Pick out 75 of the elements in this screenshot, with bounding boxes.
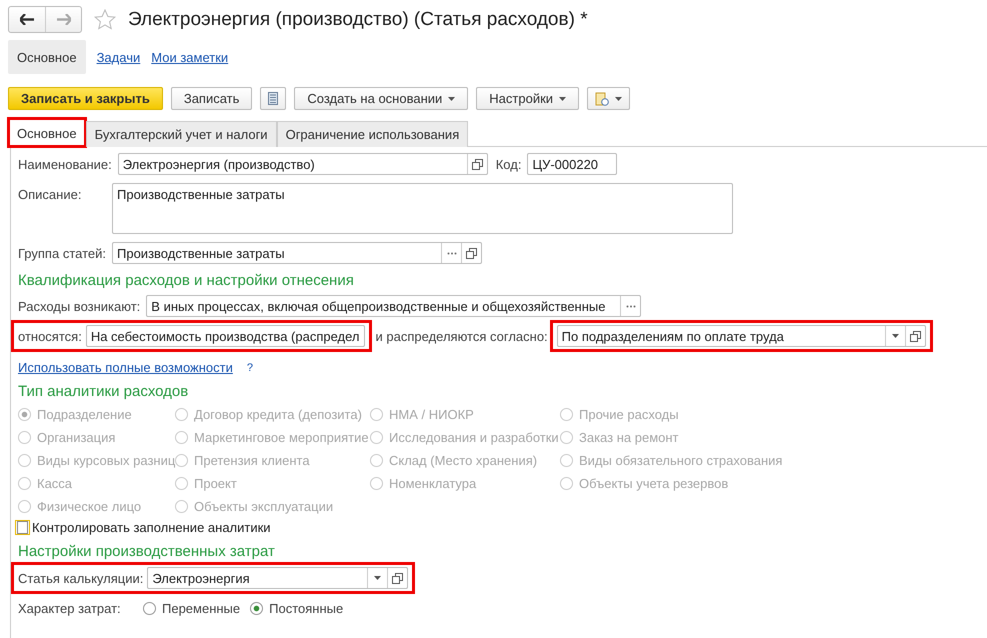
radio-label: Постоянные: [269, 600, 344, 616]
attributed-field[interactable]: На себестоимость производства (распредел: [86, 325, 365, 347]
field-label: и распределяются согласно:: [376, 328, 548, 344]
checkbox[interactable]: [15, 520, 30, 535]
section-heading: Настройки производственных затрат: [18, 543, 276, 560]
section-heading: Квалификация расходов и настройки отнесения: [18, 272, 355, 289]
dropdown-icon[interactable]: [615, 96, 622, 100]
more-icon[interactable]: [446, 252, 456, 254]
window-title: Электроэнергия (производство) (Статья расходов) *: [128, 8, 588, 30]
radio-label: Маркетинговое мероприятие: [194, 430, 369, 444]
radio-label: Прочие расходы: [579, 406, 679, 422]
open-icon[interactable]: [472, 158, 483, 170]
document-list-icon: [268, 92, 278, 105]
dropdown-icon[interactable]: [374, 576, 382, 580]
field-label: Расходы возникают:: [18, 298, 140, 314]
open-icon[interactable]: [392, 572, 404, 584]
arises-field[interactable]: В иных процессах, включая общепроизводственные и общехозяйственные: [146, 295, 642, 317]
menu-button[interactable]: Создать на основании: [294, 87, 468, 110]
radio-label: Претензия клиента: [194, 452, 310, 468]
description-field[interactable]: Производственные затраты: [112, 183, 733, 234]
field-label: Группа статей:: [18, 246, 106, 260]
menu-button[interactable]: Настройки: [476, 87, 580, 110]
section-link[interactable]: Основное: [8, 40, 86, 74]
open-icon[interactable]: [466, 248, 477, 258]
radio-label: Переменные: [162, 600, 240, 616]
more-icon[interactable]: [626, 304, 636, 308]
radio-label: Заказ на ремонт: [579, 430, 678, 444]
tab[interactable]: Бухгалтерский учет и налоги: [86, 121, 277, 147]
radio-label: Виды обязательного страхования: [579, 452, 782, 468]
radio-label: Исследования и разработки: [389, 430, 559, 444]
field-label: Наименование:: [18, 156, 112, 172]
field-label: Код:: [496, 156, 522, 172]
code-field[interactable]: ЦУ-000220: [527, 153, 618, 175]
name-field[interactable]: Электроэнергия (производство): [118, 153, 488, 175]
full-features-link[interactable]: Использовать полные возможности: [18, 360, 233, 375]
radio-label: НМА / НИОКР: [389, 406, 474, 422]
save-and-close-button[interactable]: Записать и закрыть: [8, 87, 163, 110]
radio-label: Подразделение: [37, 406, 132, 422]
section-link[interactable]: Мои заметки: [151, 40, 228, 74]
cost-item-field[interactable]: Электроэнергия: [147, 567, 408, 589]
star-icon[interactable]: [94, 9, 116, 30]
section-heading: Тип аналитики расходов: [18, 383, 190, 400]
radio-label: Касса: [37, 476, 72, 490]
radio-label: Объекты эксплуатации: [194, 498, 334, 514]
dropdown-icon[interactable]: [559, 96, 566, 100]
radio-label: Склад (Место хранения): [389, 452, 538, 468]
tab[interactable]: Ограничение использования: [276, 121, 468, 147]
section-link[interactable]: Задачи: [96, 40, 140, 74]
field-label: относятся:: [18, 328, 82, 344]
tab[interactable]: Основное: [8, 118, 86, 147]
list-button[interactable]: [260, 87, 286, 110]
dropdown-icon[interactable]: [892, 334, 899, 338]
report-menu-button[interactable]: [587, 87, 630, 110]
forward-arrow-icon: [56, 14, 70, 25]
open-icon[interactable]: [910, 330, 921, 342]
help-link[interactable]: ?: [246, 362, 253, 374]
radio-label: Виды курсовых разниц: [37, 452, 176, 468]
field-label: Статья калькуляции:: [18, 570, 144, 586]
dropdown-icon[interactable]: [448, 96, 456, 100]
field-label: Описание:: [18, 187, 82, 202]
distribution-field[interactable]: По подразделениям по оплате труда: [556, 325, 926, 347]
radio-label: Проект: [194, 476, 237, 490]
back-arrow-icon: [20, 14, 34, 25]
radio-label: Физическое лицо: [37, 498, 142, 514]
radio-label: Номенклатура: [389, 476, 476, 490]
radio-label: Объекты учета резервов: [579, 476, 728, 490]
group-field[interactable]: Производственные затраты: [112, 242, 482, 264]
checkbox-label: Контролировать заполнение аналитики: [32, 520, 271, 535]
field-label: Характер затрат:: [18, 600, 122, 616]
radio-label: Договор кредита (депозита): [194, 406, 362, 422]
save-button[interactable]: Записать: [170, 87, 252, 110]
radio-button[interactable]: [143, 602, 156, 614]
radio-button[interactable]: [250, 602, 264, 614]
radio-label: Организация: [37, 430, 116, 444]
report-icon: [595, 92, 610, 106]
